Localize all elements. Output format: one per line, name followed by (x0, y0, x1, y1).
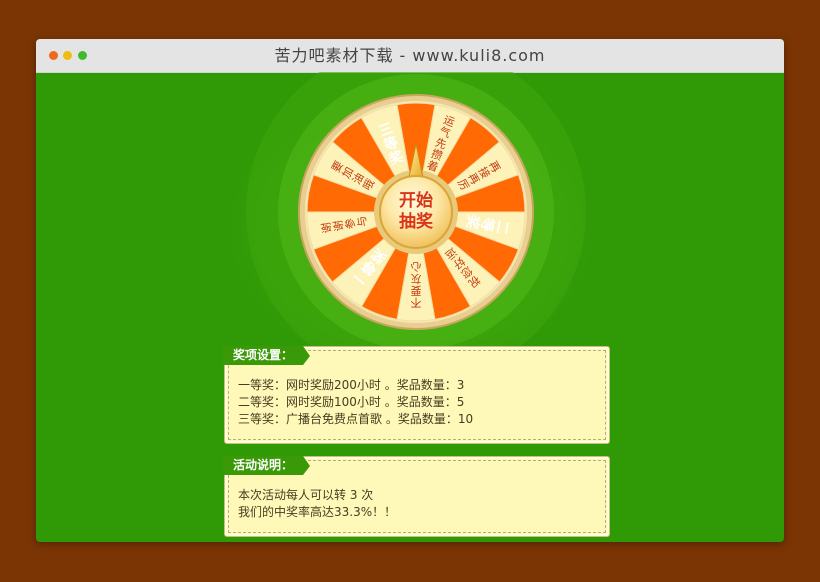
start-button-label-1: 开始 (399, 190, 433, 211)
wheel-segment-char: 心 (411, 260, 422, 273)
prize-line-first: 一等奖：网时奖励200小时 。奖品数量：3 (238, 378, 465, 392)
wheel-segment-label: 不要灰心 (411, 260, 422, 309)
rules-list: 本次活动每人可以转 3 次 我们的中奖率高达33.3%！！ (238, 487, 396, 521)
wheel-segment-char: 与 (355, 215, 370, 228)
start-button-label-2: 抽奖 (399, 211, 434, 232)
prize-line-third: 三等奖：广播台免费点首歌 。奖品数量：10 (238, 412, 474, 426)
wheel-segment-char: 灰 (411, 272, 422, 286)
prize-line-second: 二等奖：网时奖励100小时 。奖品数量：5 (238, 395, 465, 409)
window-title: 苦力吧素材下载 - www.kuli8.com (274, 46, 546, 65)
prizes-list: 一等奖：网时奖励200小时 。奖品数量：3 二等奖：网时奖励100小时 。奖品数… (238, 377, 473, 428)
prizes-panel: 奖项设置： 一等奖：网时奖励200小时 。奖品数量：3 二等奖：网时奖励100小… (223, 346, 610, 444)
rules-panel: 活动说明： 本次活动每人可以转 3 次 我们的中奖率高达33.3%！！ (223, 456, 610, 537)
browser-window: 苦力吧素材下载 - www.kuli8.com 运 气 先 攒 着 再 接 再 … (36, 39, 784, 542)
rules-panel-heading: 活动说明： (223, 456, 311, 475)
rules-line-2: 我们的中奖率高达33.3%！！ (238, 505, 397, 519)
rules-line-1: 本次活动每人可以转 3 次 (238, 488, 374, 502)
title-bar: 苦力吧素材下载 - www.kuli8.com (36, 39, 784, 73)
prizes-panel-heading: 奖项设置： (223, 346, 311, 365)
lottery-stage: 运气先攒着再接再厉二等奖祝您好运不要灰心一等奖谢谢参与要加油哦三等奖 开始 抽奖… (36, 72, 784, 542)
